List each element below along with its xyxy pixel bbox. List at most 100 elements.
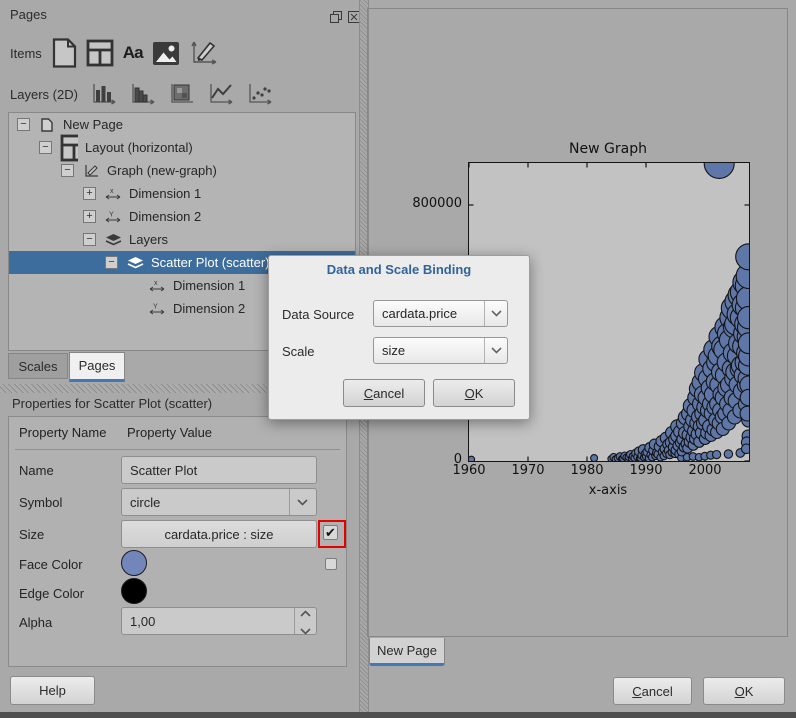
alpha-value: 1,00 [130,614,155,629]
tree-row-label: Dimension 2 [129,209,201,224]
data-scale-binding-dialog: Data and Scale Binding Data Source carda… [268,255,530,420]
scale-value: size [382,343,405,358]
dialog-ok-mnemonic: O [465,386,475,401]
face-color-checkbox[interactable] [325,558,337,570]
help-button[interactable]: Help [10,676,95,705]
x-tick-label: 1990 [618,463,674,478]
tree-row[interactable]: + x Dimension 1 [9,182,355,205]
dialog-cancel-button[interactable]: Cancel [343,379,425,407]
name-label: Name [19,463,54,478]
float-dock-icon[interactable] [329,10,342,23]
tree-row-label: Layers [129,232,168,247]
items-toolbar: Items Aa [10,36,228,70]
line-plot-icon[interactable] [205,81,235,107]
property-value-header: Property Value [127,425,212,440]
symbol-value: circle [130,495,160,510]
layout-icon [60,134,78,162]
layout-icon[interactable] [86,39,114,67]
tree-row[interactable]: − Layers [9,228,355,251]
tree-row[interactable]: + Y Dimension 2 [9,205,355,228]
collapse-icon[interactable]: − [17,118,30,131]
expand-icon[interactable]: + [83,187,96,200]
tab-scales[interactable]: Scales [8,353,68,379]
scatter-plot-icon[interactable] [244,81,274,107]
layers-icon [126,256,144,270]
chevron-down-icon [484,301,507,326]
face-color-swatch[interactable] [121,550,147,576]
collapse-icon[interactable]: − [61,164,74,177]
dialog-cancel-mnemonic: C [364,386,373,401]
alpha-label: Alpha [19,615,52,630]
symbol-select[interactable]: circle [121,488,317,516]
layers-toolbar: Layers (2D) [10,80,283,108]
tree-row[interactable]: −Graph (new-graph) [9,159,355,182]
scale-label: Scale [282,344,315,359]
items-label: Items [10,46,42,61]
page-icon [38,118,56,132]
data-source-label: Data Source [282,307,354,322]
page-tab-new-page[interactable]: New Page [369,638,445,666]
alpha-spinner[interactable]: 1,00 [121,607,317,635]
edge-color-swatch[interactable] [121,578,147,604]
bar-chart-icon[interactable] [88,81,118,107]
ok-mnemonic: O [735,684,745,699]
tree-row-label: Scatter Plot (scatter) [151,255,269,270]
tree-row-label: New Page [63,117,123,132]
ok-button[interactable]: OK [703,677,785,705]
image-icon[interactable] [152,41,180,66]
dialog-title: Data and Scale Binding [269,262,529,277]
spin-up-icon[interactable] [300,605,311,620]
size-binding-button[interactable]: cardata.price : size [121,520,317,548]
image-plot-icon[interactable] [166,81,196,107]
dim-y-icon: Y [104,210,122,223]
x-tick-label: 1960 [441,463,497,478]
scatter-point [724,450,732,458]
dim-x-icon: x [104,187,122,200]
spinner-arrows[interactable] [294,608,316,634]
x-axis-title: x-axis [468,483,748,498]
dim-x-icon: x [148,279,166,292]
tree-row-label: Dimension 1 [129,186,201,201]
draw-graph-icon[interactable] [189,39,219,67]
cancel-rest: ancel [642,684,673,699]
header-separator [15,449,340,450]
dialog-ok-button[interactable]: OK [433,379,515,407]
tree-row-label: Layout (horizontal) [85,140,193,155]
symbol-label: Symbol [19,495,62,510]
tree-row-label: Dimension 2 [173,301,245,316]
property-name-header: Property Name [19,425,106,440]
highlight-ring [318,520,346,548]
properties-title: Properties for Scatter Plot (scatter) [12,396,212,411]
y-tick-label: 800000 [380,196,462,211]
expand-icon[interactable]: + [83,210,96,223]
dock-controls [329,10,360,23]
cancel-button[interactable]: Cancel [613,677,692,705]
new-page-icon[interactable] [52,38,77,68]
spin-down-icon[interactable] [300,623,311,638]
data-source-select[interactable]: cardata.price [373,300,508,327]
histogram-icon[interactable] [127,81,157,107]
name-input[interactable]: Scatter Plot [121,456,317,484]
size-label: Size [19,527,44,542]
window-bottom-edge [0,712,796,718]
face-color-label: Face Color [19,557,83,572]
tree-row[interactable]: − Layout (horizontal) [9,136,355,159]
cancel-mnemonic: C [632,684,641,699]
edge-color-label: Edge Color [19,586,84,601]
scatter-point [713,451,721,459]
layers-icon [104,233,122,247]
layers-label: Layers (2D) [10,87,78,102]
dim-y-icon: Y [148,302,166,315]
collapse-icon[interactable]: − [83,233,96,246]
x-tick-label: 1980 [559,463,615,478]
dock-title: Pages [10,7,47,22]
collapse-icon[interactable]: − [105,256,118,269]
tab-pages[interactable]: Pages [69,352,125,382]
scatter-point [742,444,750,454]
collapse-icon[interactable]: − [39,141,52,154]
scale-select[interactable]: size [373,337,508,364]
svg-text:x: x [110,188,114,195]
ok-rest: K [745,684,754,699]
text-label-icon[interactable]: Aa [123,43,143,63]
scatter-point [591,455,598,461]
